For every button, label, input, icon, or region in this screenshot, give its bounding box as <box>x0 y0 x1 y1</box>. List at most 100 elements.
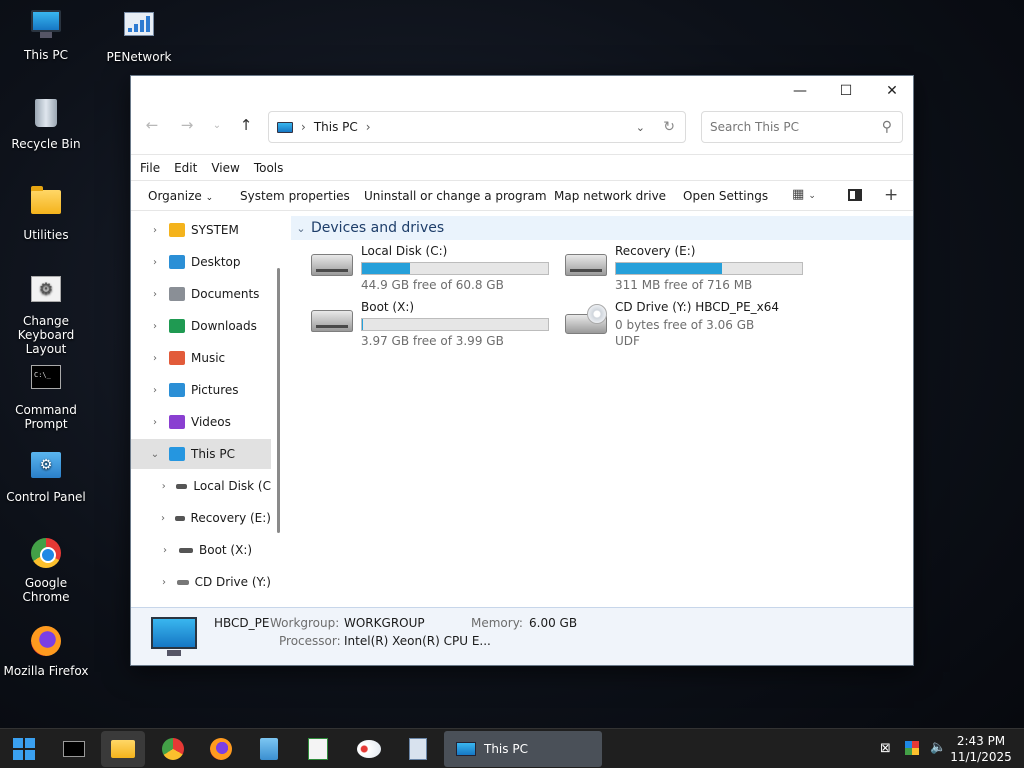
arrow-right-icon: → <box>180 116 194 134</box>
organize-button[interactable]: Organize ⌄ <box>148 189 213 203</box>
menu-edit[interactable]: Edit <box>174 161 197 175</box>
taskbar-chart-app[interactable] <box>296 731 340 767</box>
chevron-right-icon[interactable]: › <box>159 545 171 556</box>
maximize-button[interactable]: ☐ <box>823 76 869 106</box>
system-properties-button[interactable]: System properties <box>240 189 350 203</box>
desktop-icon-utilities[interactable]: Utilities <box>0 184 92 242</box>
memory-label: Memory: <box>471 616 523 630</box>
start-button[interactable] <box>2 731 46 767</box>
desktop-icon-this-pc[interactable]: This PC <box>0 8 92 62</box>
paint-icon <box>357 740 381 758</box>
desktop-icon <box>169 255 185 269</box>
taskbar-paint[interactable] <box>347 731 391 767</box>
forward-button[interactable]: → <box>173 111 201 139</box>
chevron-right-icon[interactable]: › <box>159 577 169 588</box>
taskbar-task-this-pc[interactable]: This PC <box>444 731 602 767</box>
chevron-right-icon[interactable]: › <box>149 385 161 396</box>
desktop-icon-label: Control Panel <box>6 490 86 504</box>
tray-color-icon[interactable] <box>905 741 919 755</box>
drive-name: Local Disk (C:) <box>361 244 448 258</box>
taskbar-notepad[interactable] <box>247 731 291 767</box>
menu-file[interactable]: File <box>140 161 160 175</box>
drive-usage-bar <box>361 262 549 275</box>
open-settings-button[interactable]: Open Settings <box>683 189 768 203</box>
nav-item[interactable]: › Music <box>131 343 271 373</box>
preview-pane-icon[interactable] <box>848 189 862 201</box>
breadcrumb-this-pc[interactable]: This PC <box>314 120 358 134</box>
hard-drive-icon <box>311 254 353 276</box>
taskbar-chrome[interactable] <box>151 731 195 767</box>
nav-item[interactable]: ›Control Panel <box>131 599 271 607</box>
map-network-drive-button[interactable]: Map network drive <box>554 189 666 203</box>
hard-drive-icon <box>565 254 607 276</box>
clock[interactable]: 2:43 PM 11/1/2025 <box>950 733 1012 765</box>
chevron-right-icon[interactable]: › <box>149 289 161 300</box>
nav-item[interactable]: › Videos <box>131 407 271 437</box>
group-header-devices[interactable]: ⌄ Devices and drives <box>291 216 913 240</box>
workgroup-label: Workgroup: <box>270 616 340 630</box>
tray-speaker-icon[interactable]: 🔈 <box>930 740 946 755</box>
refresh-icon[interactable]: ↻ <box>663 119 675 135</box>
nav-item-label: Documents <box>191 287 260 301</box>
tray-network-icon[interactable]: ⊠ <box>880 741 891 756</box>
memory-value: 6.00 GB <box>529 616 578 630</box>
nav-item[interactable]: ⌄ This PC <box>131 439 271 469</box>
close-button[interactable]: ✕ <box>869 76 915 106</box>
minimize-button[interactable]: — <box>777 76 823 106</box>
desktop-icon-keyboard-layout[interactable]: ⚙ Change Keyboard Layout <box>0 272 92 356</box>
taskbar-file-explorer[interactable] <box>101 731 145 767</box>
drive-boot-x[interactable]: Boot (X:) 3.97 GB free of 3.99 GB <box>311 300 561 356</box>
breadcrumb-separator[interactable]: › <box>366 120 371 134</box>
downloads-icon <box>169 319 185 333</box>
nav-item[interactable]: › CD Drive (Y:) <box>131 567 271 597</box>
windows-logo-icon <box>13 738 35 760</box>
desktop-icon-control-panel[interactable]: ⚙ Control Panel <box>0 448 92 504</box>
nav-item[interactable]: › Downloads <box>131 311 271 341</box>
nav-item[interactable]: › Desktop <box>131 247 271 277</box>
clock-date: 11/1/2025 <box>950 750 1012 764</box>
recent-locations-button[interactable]: ⌄ <box>203 111 231 139</box>
chevron-right-icon[interactable]: › <box>149 353 161 364</box>
nav-item[interactable]: › Pictures <box>131 375 271 405</box>
search-box[interactable]: Search This PC ⚲ <box>701 111 903 143</box>
menu-tools[interactable]: Tools <box>254 161 284 175</box>
network-icon <box>122 12 156 46</box>
desktop-icon-recycle-bin[interactable]: Recycle Bin <box>0 96 92 151</box>
drive-recovery-e[interactable]: Recovery (E:) 311 MB free of 716 MB <box>565 244 815 300</box>
taskbar-firefox[interactable] <box>199 731 243 767</box>
nav-item[interactable]: › SYSTEM <box>131 215 271 245</box>
nav-item[interactable]: › Recovery (E:) <box>131 503 271 533</box>
nav-item[interactable]: › Boot (X:) <box>131 535 271 565</box>
back-button[interactable]: ← <box>138 111 166 139</box>
search-input[interactable]: Search This PC <box>710 120 799 134</box>
drive-cd-y[interactable]: CD Drive (Y:) HBCD_PE_x64 0 bytes free o… <box>565 300 865 370</box>
desktop-icon-firefox[interactable]: Mozilla Firefox <box>0 624 92 678</box>
view-layout-icon[interactable]: ▦ ⌄ <box>792 187 816 202</box>
desktop-icon-penetwork[interactable]: PENetwork <box>93 8 185 64</box>
chevron-right-icon[interactable]: › <box>149 257 161 268</box>
chevron-right-icon[interactable]: › <box>149 417 161 428</box>
navigation-pane: › SYSTEM › Desktop › Documents › Downloads › Musi… <box>131 212 283 607</box>
taskbar-cmd[interactable] <box>52 731 96 767</box>
menu-view[interactable]: View <box>211 161 239 175</box>
chevron-right-icon[interactable]: › <box>149 321 161 332</box>
uninstall-program-button[interactable]: Uninstall or change a program <box>364 189 547 203</box>
chevron-right-icon[interactable]: › <box>159 481 168 492</box>
desktop-icon-chrome[interactable]: Google Chrome <box>0 536 92 604</box>
address-bar[interactable]: › This PC › ⌄ ↻ <box>268 111 686 143</box>
chevron-right-icon[interactable]: › <box>149 225 161 236</box>
desktop-icon-command-prompt[interactable]: C:\_ Command Prompt <box>0 360 92 431</box>
up-button[interactable]: ↑ <box>232 111 260 139</box>
taskbar-calculator[interactable] <box>396 731 440 767</box>
nav-scrollbar[interactable] <box>277 268 280 533</box>
clock-time: 2:43 PM <box>956 734 1006 748</box>
search-icon: ⚲ <box>881 119 892 135</box>
chevron-right-icon[interactable]: › <box>159 513 167 524</box>
add-icon[interactable]: + <box>884 185 898 205</box>
nav-item[interactable]: › Documents <box>131 279 271 309</box>
address-dropdown-icon[interactable]: ⌄ <box>636 121 645 134</box>
nav-item[interactable]: › Local Disk (C <box>131 471 271 501</box>
drive-local-disk-c[interactable]: Local Disk (C:) 44.9 GB free of 60.8 GB <box>311 244 561 300</box>
task-label: This PC <box>484 742 528 756</box>
chevron-down-icon[interactable]: ⌄ <box>149 449 161 460</box>
